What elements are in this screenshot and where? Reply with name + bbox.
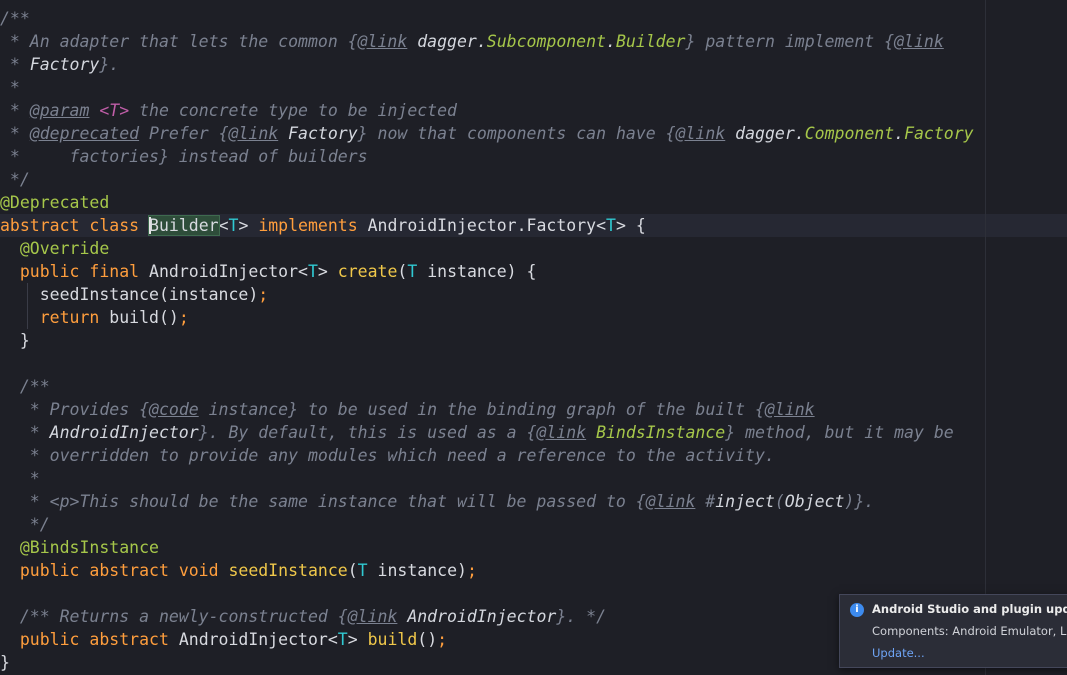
code-line-14: return build(); <box>39 308 189 327</box>
notification-title: Android Studio and plugin updates availa… <box>872 602 1067 616</box>
notification-body: Components: Android Emulator, Layout Ins… <box>872 624 1067 638</box>
code-line-4: * <box>0 78 20 97</box>
info-icon: i <box>850 603 864 617</box>
code-line-15: } <box>0 331 30 350</box>
code-line-13: seedInstance(instance); <box>0 285 269 304</box>
code-editor[interactable]: /** * An adapter that lets the common {@… <box>0 0 1067 675</box>
code-line-10: abstract class Builder<T> implements And… <box>0 215 646 236</box>
code-line-21: * <box>0 469 40 488</box>
code-line-18: * Provides {@code instance} to be used i… <box>0 400 815 419</box>
code-line-5: * @param <T> the concrete type to be inj… <box>0 101 457 120</box>
code-line-2: * An adapter that lets the common {@link… <box>0 32 944 51</box>
code-line-24: @BindsInstance <box>0 538 159 557</box>
update-notification[interactable]: i Android Studio and plugin updates avai… <box>839 594 1067 668</box>
code-line-28: public abstract AndroidInjector<T> build… <box>19 630 448 649</box>
code-line-22: * <p>This should be the same instance th… <box>0 492 875 511</box>
code-line-3: * Factory}. <box>0 55 120 74</box>
code-line-6: * @deprecated Prefer {@link Factory} now… <box>0 124 974 143</box>
code-line-11: @Override <box>0 239 110 258</box>
code-line-7: * factories} instead of builders <box>0 147 368 166</box>
update-link[interactable]: Update... <box>872 646 925 660</box>
code-line-27: /** Returns a newly-constructed {@link A… <box>0 607 606 626</box>
caret-position[interactable]: Builder <box>148 215 220 236</box>
code-line-20: * overridden to provide any modules whic… <box>0 446 775 465</box>
code-line-12: public final AndroidInjector<T> create(T… <box>19 262 537 281</box>
code-line-29: } <box>0 653 10 672</box>
code-line-8: */ <box>0 170 30 189</box>
right-margin-guide <box>985 0 986 675</box>
code-line-23: */ <box>0 515 50 534</box>
code-line-19: * AndroidInjector}. By default, this is … <box>0 423 954 442</box>
code-line-17: /** <box>0 377 50 396</box>
code-line-25: public abstract void seedInstance(T inst… <box>19 561 477 580</box>
code-line-1: /** <box>0 9 30 28</box>
code-line-9: @Deprecated <box>0 193 110 212</box>
